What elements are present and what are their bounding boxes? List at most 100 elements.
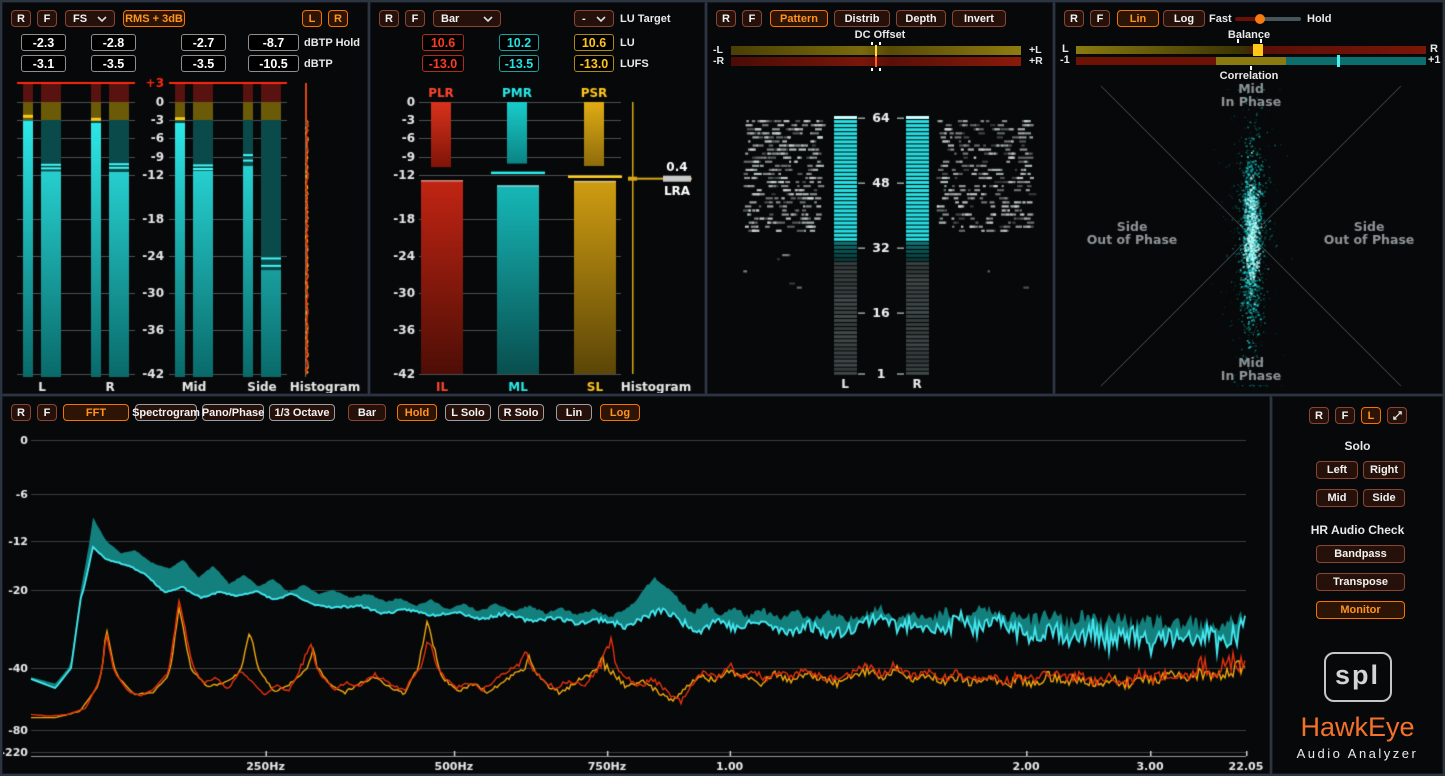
transpose-button[interactable]: Transpose — [1316, 573, 1405, 591]
spl-logo: spl — [1273, 652, 1442, 702]
reset-button[interactable]: R — [1309, 407, 1329, 424]
correlation-min-label: -1 — [1060, 54, 1070, 66]
log-button[interactable]: Log — [1163, 10, 1205, 27]
lufs-label: LUFS — [620, 58, 649, 70]
correlation-marker — [1337, 55, 1340, 67]
solo-mid-button[interactable]: Mid — [1316, 489, 1358, 507]
right-solo-button[interactable]: R — [328, 10, 348, 27]
goniometer-canvas — [1056, 81, 1442, 393]
solo-side-button[interactable]: Side — [1363, 489, 1405, 507]
loudness-mode-select[interactable]: Bar — [433, 10, 501, 27]
bandpass-button[interactable]: Bandpass — [1316, 545, 1405, 563]
response-slider-track[interactable] — [1235, 17, 1301, 21]
hold-label: Hold — [1307, 13, 1331, 25]
psr-value: 10.6 — [574, 34, 614, 51]
dbtp-side: -10.5 — [248, 55, 299, 72]
spl-logo-box: spl — [1324, 652, 1392, 702]
spectrum-canvas — [3, 397, 1269, 773]
dc-center-tick — [871, 42, 873, 45]
solo-left-button[interactable]: Left — [1316, 461, 1358, 479]
dbtp-hold-label: dBTP Hold — [304, 37, 360, 49]
dc-r-max-label: +R — [1029, 55, 1043, 67]
freeze-button[interactable]: F — [37, 10, 57, 27]
brand-subtitle: Audio Analyzer — [1273, 746, 1442, 761]
pattern-button[interactable]: Pattern — [770, 10, 828, 27]
balance-tick — [1260, 39, 1262, 43]
reset-button[interactable]: R — [11, 10, 31, 27]
expand-button[interactable] — [1387, 407, 1407, 424]
dc-offset-marker-left — [875, 45, 877, 56]
sl-value: -13.0 — [574, 55, 614, 72]
l-button[interactable]: L — [1361, 407, 1381, 424]
dc-offset-title: DC Offset — [708, 29, 1052, 41]
freeze-button[interactable]: F — [405, 10, 425, 27]
loudness-mode-value: Bar — [441, 13, 459, 25]
reset-button[interactable]: R — [1064, 10, 1084, 27]
dbtp-hold-mid: -2.7 — [181, 34, 226, 51]
dc-center-tick — [879, 68, 881, 71]
response-slider-knob[interactable] — [1255, 14, 1265, 24]
monitor-button[interactable]: Monitor — [1316, 601, 1405, 619]
reset-button[interactable]: R — [716, 10, 736, 27]
balance-marker — [1253, 44, 1263, 56]
correlation-zone-positive — [1286, 57, 1426, 65]
dbtp-r: -3.5 — [91, 55, 136, 72]
rms-offset-button[interactable]: RMS + 3dB — [123, 10, 185, 27]
dbtp-hold-l: -2.3 — [21, 34, 66, 51]
chevron-down-icon — [483, 16, 493, 22]
dbtp-label: dBTP — [304, 58, 333, 70]
lu-target-value: - — [582, 13, 586, 25]
balance-tick — [1237, 39, 1239, 43]
correlation-bar — [1076, 57, 1426, 65]
dbtp-hold-side: -8.7 — [248, 34, 299, 51]
balance-bar — [1076, 46, 1426, 54]
bit-meter-canvas — [708, 77, 1052, 393]
chevron-down-icon — [596, 16, 606, 22]
correlation-zone-mid — [1216, 57, 1286, 65]
chevron-down-icon — [97, 16, 107, 22]
dbtp-mid: -3.5 — [181, 55, 226, 72]
dbtp-l: -3.1 — [21, 55, 66, 72]
fast-label: Fast — [1209, 13, 1232, 25]
lu-label: LU — [620, 37, 635, 49]
panel-spectrum: R F FFT Spectrogram Pano/Phase 1/3 Octav… — [2, 396, 1270, 774]
freeze-button[interactable]: F — [742, 10, 762, 27]
plr-value: 10.6 — [422, 34, 464, 51]
brand-name: HawkEye — [1273, 712, 1442, 743]
invert-button[interactable]: Invert — [952, 10, 1006, 27]
panel-loudness: R F Bar - LU Target 10.6 10.2 10.6 LU -1… — [370, 2, 705, 394]
lu-target-select[interactable]: - — [574, 10, 614, 27]
meter-mode-select[interactable]: FS — [65, 10, 115, 27]
app-root: R F FS RMS + 3dB L R -2.3 -2.8 -2.7 -8.7… — [0, 0, 1445, 776]
solo-title: Solo — [1273, 439, 1442, 453]
dbtp-hold-r: -2.8 — [91, 34, 136, 51]
spl-logo-text: spl — [1335, 660, 1380, 691]
dc-r-min-label: -R — [713, 55, 724, 67]
ml-value: -13.5 — [499, 55, 539, 72]
panel-goniometer: R F Lin Log Fast Hold Balance L R -1 +1 … — [1055, 2, 1443, 394]
panel-level-meters: R F FS RMS + 3dB L R -2.3 -2.8 -2.7 -8.7… — [2, 2, 368, 394]
correlation-max-label: +1 — [1428, 54, 1441, 66]
distrib-button[interactable]: Distrib — [834, 10, 890, 27]
correlation-zone-negative — [1076, 57, 1216, 65]
freeze-button[interactable]: F — [1090, 10, 1110, 27]
lin-button[interactable]: Lin — [1117, 10, 1159, 27]
loudness-canvas — [371, 77, 704, 393]
meter-mode-value: FS — [73, 13, 87, 25]
diagonal-arrows-icon — [1392, 410, 1403, 421]
left-solo-button[interactable]: L — [302, 10, 322, 27]
reset-button[interactable]: R — [379, 10, 399, 27]
depth-button[interactable]: Depth — [896, 10, 946, 27]
dc-center-tick — [871, 68, 873, 71]
level-meters-canvas — [3, 77, 367, 393]
solo-right-button[interactable]: Right — [1363, 461, 1405, 479]
lu-target-label: LU Target — [620, 13, 671, 25]
il-value: -13.0 — [422, 55, 464, 72]
freeze-button[interactable]: F — [1335, 407, 1355, 424]
hr-audio-check-title: HR Audio Check — [1273, 523, 1442, 537]
balance-title: Balance — [1056, 29, 1442, 41]
panel-bit-meter: R F Pattern Distrib Depth Invert DC Offs… — [707, 2, 1053, 394]
panel-sidebar: R F L Solo Left Right Mid Side HR Audio … — [1272, 396, 1443, 774]
dc-center-tick — [879, 42, 881, 45]
dc-offset-marker-right — [875, 56, 877, 67]
